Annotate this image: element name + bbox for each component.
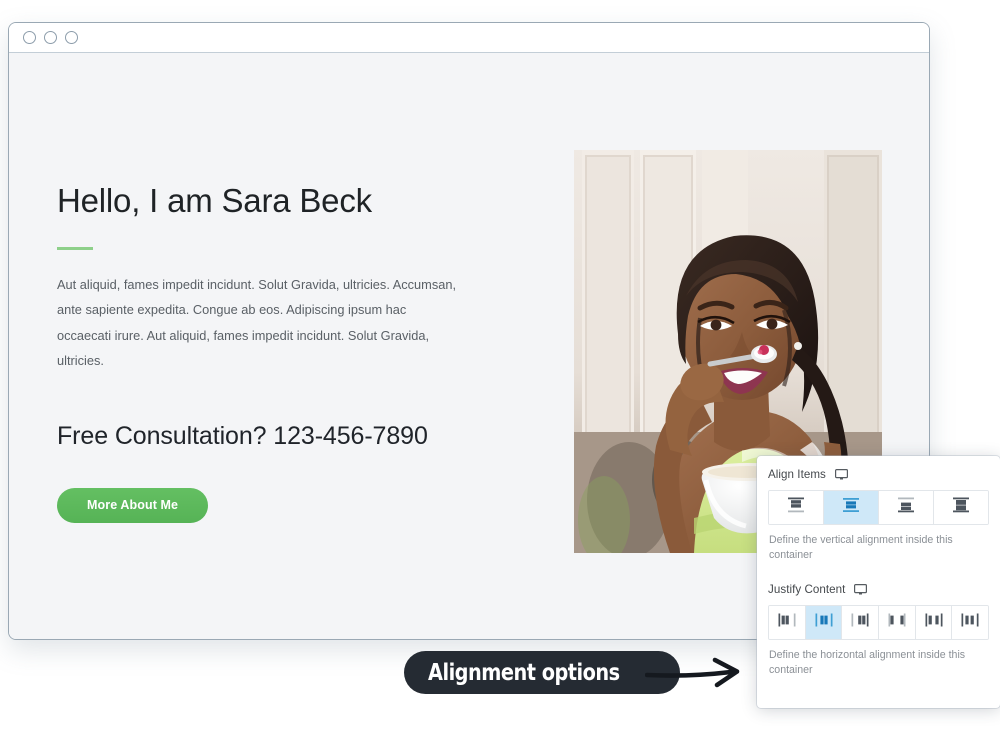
align-items-label: Align Items <box>768 468 826 481</box>
justify-space-evenly-icon <box>959 611 981 634</box>
justify-content-segmented-control[interactable] <box>768 604 989 640</box>
justify-end-icon <box>849 611 871 634</box>
alignment-options-panel: Align Items Define the vertical alignmen… <box>757 456 1000 708</box>
align-flex-start-button[interactable] <box>769 491 824 524</box>
monitor-icon[interactable] <box>854 583 868 595</box>
align-end-icon <box>895 495 917 520</box>
align-flex-end-button[interactable] <box>879 491 934 524</box>
justify-space-between-icon <box>886 611 908 634</box>
justify-content-label-row: Justify Content <box>768 583 989 596</box>
justify-center-button[interactable] <box>805 605 843 639</box>
more-about-me-button[interactable]: More About Me <box>57 487 209 523</box>
align-center-button[interactable] <box>824 491 879 524</box>
window-minimize-dot[interactable] <box>44 31 57 44</box>
justify-flex-end-button[interactable] <box>842 605 880 639</box>
justify-flex-start-button[interactable] <box>769 605 806 639</box>
panel-spacer <box>768 564 989 583</box>
hero-text-column: Hello, I am Sara Beck Aut aliquid, fames… <box>57 181 487 523</box>
consultation-heading: Free Consultation? 123-456-7890 <box>57 421 428 450</box>
page-title: Hello, I am Sara Beck <box>57 182 372 219</box>
align-center-icon <box>840 495 862 520</box>
title-accent-divider <box>57 246 93 250</box>
justify-start-icon <box>776 611 798 634</box>
justify-space-around-icon <box>923 611 945 634</box>
justify-space-between-button[interactable] <box>879 605 916 639</box>
justify-content-label: Justify Content <box>768 582 846 596</box>
align-stretch-button[interactable] <box>934 491 988 524</box>
align-items-label-row: Align Items <box>768 468 989 481</box>
window-maximize-dot[interactable] <box>65 31 78 44</box>
justify-content-help-text: Define the horizontal alignment inside t… <box>769 648 966 677</box>
justify-center-icon <box>813 611 835 634</box>
monitor-icon[interactable] <box>834 469 848 480</box>
justify-space-around-button[interactable] <box>915 605 953 639</box>
align-items-help-text: Define the vertical alignment inside thi… <box>769 534 953 562</box>
align-start-icon <box>785 495 807 520</box>
align-items-segmented-control[interactable] <box>768 490 989 525</box>
arrow-right-icon <box>644 655 755 698</box>
window-close-dot[interactable] <box>23 31 36 44</box>
browser-titlebar <box>9 23 929 53</box>
justify-space-evenly-button[interactable] <box>952 605 988 639</box>
align-stretch-icon <box>950 495 972 520</box>
hero-body-text: Aut aliquid, fames impedit incidunt. Sol… <box>57 276 457 369</box>
callout-label: Alignment options <box>428 659 620 686</box>
callout-badge: Alignment options <box>404 651 681 694</box>
